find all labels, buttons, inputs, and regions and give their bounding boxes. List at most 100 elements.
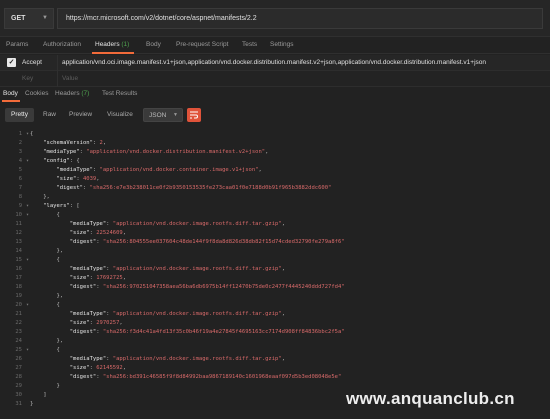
json-key: "size": [30, 365, 90, 371]
header-key[interactable]: Accept: [22, 59, 42, 66]
fold-toggle-icon[interactable]: ▾: [26, 157, 29, 166]
code-text: "schemaVersion": 2,: [30, 139, 106, 148]
wrap-lines-button[interactable]: [187, 108, 201, 122]
line-number: 15: [15, 257, 22, 263]
code-text: }: [30, 382, 59, 391]
tab-body[interactable]: Body: [146, 41, 161, 48]
json-punct: {: [30, 212, 60, 218]
json-key: "digest": [30, 329, 97, 335]
code-text: },: [30, 193, 50, 202]
json-key: "mediaType": [30, 221, 107, 227]
visualize-button[interactable]: Visualize: [101, 108, 139, 122]
key-input[interactable]: Key: [22, 75, 33, 82]
method-label: GET: [11, 15, 26, 22]
json-punct: :: [96, 239, 103, 245]
code-text: "size": 62145592,: [30, 364, 126, 373]
line-number: 13: [15, 239, 22, 245]
preview-button[interactable]: Preview: [63, 108, 98, 122]
json-value: "sha256:f3d4c41a4fd13f35c0b46f19a4e27845…: [102, 329, 345, 335]
line-number: 11: [15, 221, 22, 227]
line-number: 10: [15, 212, 22, 218]
json-punct: ,: [281, 356, 285, 362]
tab-response-headers[interactable]: Headers (7): [55, 90, 89, 97]
code-line: 25 ▾ {: [0, 346, 550, 355]
tab-label: Tests: [242, 41, 258, 48]
header-enabled-checkbox[interactable]: ✓: [7, 58, 16, 67]
response-body-editor[interactable]: 1 ▾{2 "schemaVersion": 2, 3 "mediaType": "…: [0, 126, 550, 419]
request-bar: GET ▼ https://mcr.microsoft.com/v2/dotne…: [0, 0, 550, 37]
tab-test-results[interactable]: Test Results: [102, 90, 137, 97]
fold-toggle-icon[interactable]: ▾: [26, 346, 29, 355]
pretty-button[interactable]: Pretty: [5, 108, 34, 122]
json-key: "config": [30, 158, 70, 164]
code-line: 20 ▾ {: [0, 301, 550, 310]
code-text: "digest": "sha256:e7e3b238011ce0f2b93501…: [30, 184, 331, 193]
json-key: "mediaType": [30, 266, 107, 272]
json-punct: :: [96, 374, 103, 380]
tab-tests[interactable]: Tests: [242, 41, 257, 48]
line-number: 16: [15, 266, 22, 272]
fold-toggle-icon[interactable]: ▾: [26, 211, 29, 220]
line-number: 9: [18, 203, 22, 209]
json-key: "digest": [30, 239, 97, 245]
json-punct: {: [30, 131, 34, 137]
header-value[interactable]: application/vnd.oci.image.manifest.v1+js…: [62, 59, 486, 66]
line-number: 1: [18, 131, 22, 137]
json-value: 62145592: [96, 365, 123, 371]
value-input[interactable]: Value: [62, 75, 78, 82]
json-punct: ,: [281, 221, 285, 227]
json-value: "sha256:804555ee037604c48de144f9f8da8d82…: [102, 239, 345, 245]
json-punct: ,: [119, 320, 123, 326]
line-number: 23: [15, 329, 22, 335]
line-number: 21: [15, 311, 22, 317]
fold-toggle-icon[interactable]: ▾: [26, 202, 29, 211]
line-number: 25: [15, 347, 22, 353]
code-text: "digest": "sha256:804555ee037604c48de144…: [30, 238, 345, 247]
tab-cookies[interactable]: Cookies: [25, 90, 48, 97]
fold-toggle-icon[interactable]: ▾: [26, 130, 29, 139]
code-text: "size": 4039,: [30, 175, 99, 184]
json-value: 2970257: [96, 320, 120, 326]
code-text: "digest": "sha256:bd391c46585f9f8d84992b…: [30, 373, 342, 382]
tab-settings[interactable]: Settings: [270, 41, 294, 48]
tab-authorization[interactable]: Authorization: [43, 41, 81, 48]
json-punct: ,: [122, 275, 127, 281]
line-number: 26: [15, 356, 22, 362]
code-text: "size": 17692725,: [30, 274, 126, 283]
chevron-down-icon: ▼: [173, 112, 178, 118]
json-value: "application/vnd.docker.image.rootfs.dif…: [112, 311, 282, 317]
json-key: "mediaType": [30, 311, 107, 317]
header-row: ✓ Accept application/vnd.oci.image.manif…: [0, 55, 550, 71]
tab-pre-request-script[interactable]: Pre-request Script: [176, 41, 228, 48]
line-number: 22: [15, 320, 22, 326]
url-input[interactable]: https://mcr.microsoft.com/v2/dotnet/core…: [57, 8, 543, 29]
line-number: 5: [18, 167, 22, 173]
tab-headers[interactable]: Headers (1): [95, 41, 129, 48]
json-key: "digest": [30, 374, 97, 380]
json-punct: :: [96, 329, 103, 335]
format-select[interactable]: JSON ▼: [143, 108, 183, 122]
method-select[interactable]: GET ▼: [4, 8, 54, 29]
fold-toggle-icon[interactable]: ▾: [26, 301, 29, 310]
tab-response-body[interactable]: Body: [3, 90, 18, 97]
column-divider: [57, 55, 58, 71]
code-line: 22 "size": 2970257,: [0, 319, 550, 328]
json-punct: ,: [122, 230, 127, 236]
code-line: 26 "mediaType": "application/vnd.docker.…: [0, 355, 550, 364]
tab-params[interactable]: Params: [6, 41, 28, 48]
tab-label: Body: [146, 41, 161, 48]
code-line: 11 "mediaType": "application/vnd.docker.…: [0, 220, 550, 229]
code-text: },: [30, 247, 63, 256]
fold-toggle-icon[interactable]: ▾: [26, 256, 29, 265]
json-punct: },: [30, 338, 64, 344]
tab-label: Cookies: [25, 90, 49, 97]
code-line: 4 ▾ "config": {: [0, 157, 550, 166]
raw-button[interactable]: Raw: [37, 108, 62, 122]
json-punct: :: [106, 311, 113, 317]
tab-label: Headers: [95, 41, 120, 48]
json-punct: ]: [30, 392, 47, 398]
tab-label: Body: [3, 90, 18, 97]
json-key: "size": [30, 230, 90, 236]
code-text: "mediaType": "application/vnd.docker.con…: [30, 166, 261, 175]
json-punct: : {: [69, 158, 80, 164]
